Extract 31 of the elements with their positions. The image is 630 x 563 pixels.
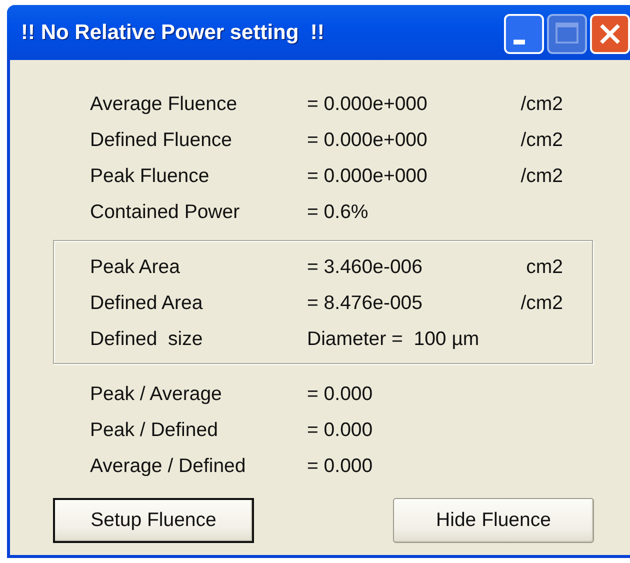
maximize-button[interactable] [547,14,587,54]
field-value: = 0.000e+000 [307,92,428,116]
close-button[interactable] [590,14,630,54]
field-value: = 0.000 [307,382,374,406]
field-label: Peak Fluence [90,164,210,188]
window-title: !! No Relative Power setting !! [21,20,324,44]
field-label: Peak / Defined [90,418,219,442]
minimize-button[interactable] [504,14,544,54]
dialog-button[interactable]: Hide Fluence [393,498,594,543]
field-value: = 0.000 [307,454,374,478]
unit-label: /cm2 [520,92,563,116]
field-label: Average Fluence [90,92,238,116]
unit-label: /cm2 [520,292,563,314]
field-label: Defined Fluence [90,128,234,152]
unit-label: cm2 [525,256,563,278]
field-value: = 0.000e+000 [307,164,428,188]
dialog-button[interactable]: Setup Fluence [53,498,254,543]
field-label: Defined Area [90,292,204,314]
field-value: = 3.460e-006 [307,256,424,278]
field-value: Diameter = 100 µm [307,328,480,350]
field-label: Defined size [90,328,204,350]
field-value: = 8.476e-005 [307,292,424,314]
unit-label: /cm2 [520,164,563,188]
unit-label: /cm2 [520,128,563,152]
field-value: = 0.6% [307,200,370,224]
field-label: Peak / Average [90,382,223,406]
field-value: = 0.000 [307,418,374,442]
field-label: Peak Area [90,256,181,278]
field-value: = 0.000e+000 [307,128,428,152]
field-label: Contained Power [90,200,241,224]
field-label: Average / Defined [90,454,247,478]
